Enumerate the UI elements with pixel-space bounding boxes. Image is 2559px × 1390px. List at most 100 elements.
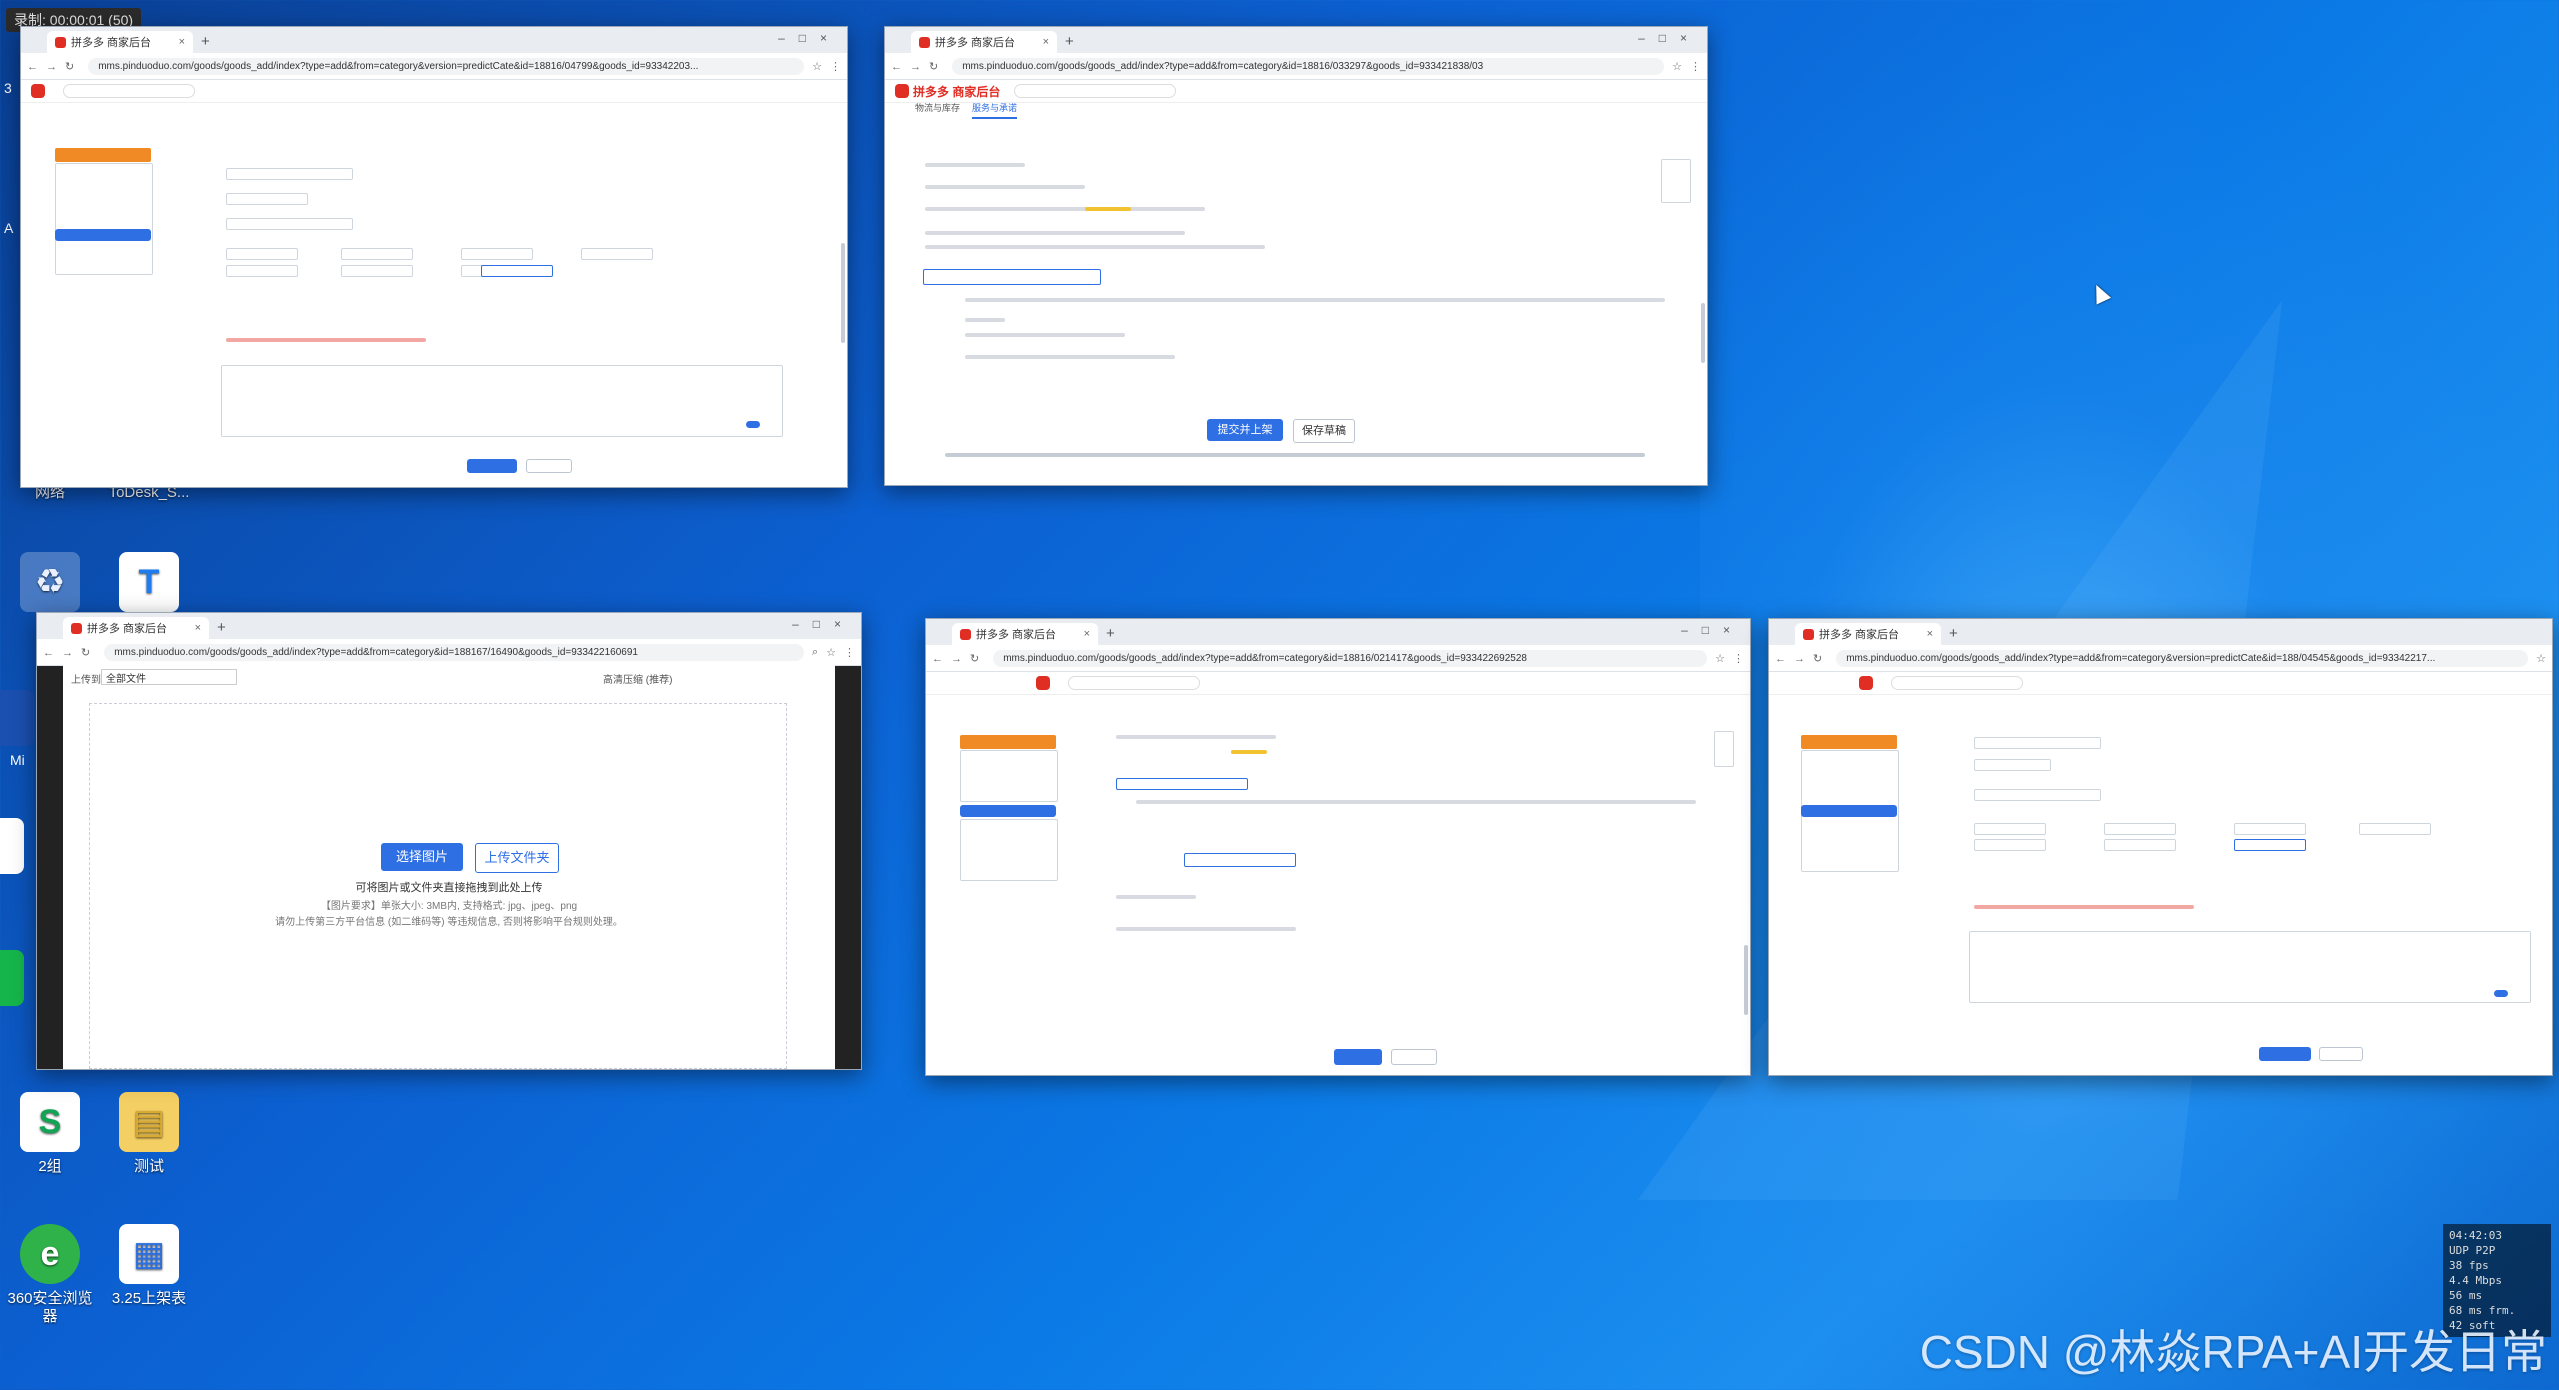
star-icon[interactable]: ☆ xyxy=(812,60,822,73)
browser-tab[interactable]: 拼多多 商家后台 × xyxy=(63,617,209,639)
new-tab-icon[interactable]: + xyxy=(1065,33,1074,50)
field-input[interactable] xyxy=(2104,839,2176,851)
field-input[interactable] xyxy=(226,193,308,205)
field-input[interactable] xyxy=(2359,823,2431,835)
template-select[interactable] xyxy=(923,269,1101,285)
close-icon[interactable]: × xyxy=(1917,628,1933,640)
browser-tab[interactable]: 拼多多 商家后台 × xyxy=(47,31,193,53)
url-field[interactable]: mms.pinduoduo.com/goods/goods_add/index?… xyxy=(88,57,805,75)
search-input[interactable] xyxy=(1068,676,1200,690)
toggle-switch[interactable] xyxy=(746,421,760,428)
field-input[interactable] xyxy=(1184,853,1296,867)
horizontal-scrollbar[interactable] xyxy=(945,453,1645,457)
desktop-icon-todesk-app[interactable]: T xyxy=(94,552,204,618)
url-field[interactable]: mms.pinduoduo.com/goods/goods_add/index?… xyxy=(993,649,1708,667)
url-field[interactable]: mms.pinduoduo.com/goods/goods_add/index?… xyxy=(1836,649,2529,667)
search-input[interactable] xyxy=(1014,84,1177,98)
field-input[interactable] xyxy=(481,265,553,277)
field-input[interactable] xyxy=(226,265,298,277)
window-controls[interactable]: –□× xyxy=(778,31,841,45)
field-input[interactable] xyxy=(1974,737,2101,749)
menu-icon[interactable]: ⋮ xyxy=(830,60,841,73)
side-button[interactable] xyxy=(960,805,1056,817)
nav-icons[interactable]: ←→↻ xyxy=(27,60,82,73)
field-input[interactable] xyxy=(226,168,353,180)
window-controls[interactable]: –□× xyxy=(1681,623,1744,637)
close-icon[interactable]: × xyxy=(185,622,201,634)
field-input[interactable] xyxy=(226,218,353,230)
browser-window-5[interactable]: 拼多多 商家后台 × + ←→↻ mms.pinduoduo.com/goods/… xyxy=(1768,618,2553,1076)
url-field[interactable]: mms.pinduoduo.com/goods/goods_add/index?… xyxy=(952,57,1665,75)
star-icon[interactable]: ☆ xyxy=(2536,652,2546,665)
menu-icon[interactable]: ⋮ xyxy=(844,646,855,659)
browser-window-3[interactable]: 拼多多 商家后台 × + –□× ←→↻ mms.pinduoduo.com/go… xyxy=(36,612,862,1070)
template-select[interactable] xyxy=(1116,778,1248,790)
field-input[interactable] xyxy=(341,248,413,260)
new-tab-icon[interactable]: + xyxy=(1949,625,1958,642)
help-widget[interactable] xyxy=(1714,731,1734,767)
browser-window-2[interactable]: 拼多多 商家后台 × + –□× ←→↻ mms.pinduoduo.com/go… xyxy=(884,26,1708,486)
url-field[interactable]: mms.pinduoduo.com/goods/goods_add/index?… xyxy=(104,643,804,661)
star-icon[interactable]: ☆ xyxy=(1715,652,1725,665)
desktop-icon-325-sheet[interactable]: ▦ 3.25上架表 xyxy=(94,1224,204,1308)
field-input[interactable] xyxy=(581,248,653,260)
field-input[interactable] xyxy=(1974,839,2046,851)
field-input[interactable] xyxy=(341,265,413,277)
search-input[interactable] xyxy=(1891,676,2023,690)
nav-icons[interactable]: ←→↻ xyxy=(891,60,946,73)
field-input[interactable] xyxy=(1974,759,2051,771)
submit-button[interactable]: 提交并上架 xyxy=(1207,419,1283,441)
scrollbar[interactable] xyxy=(841,243,845,343)
upload-folder-button[interactable]: 上传文件夹 xyxy=(475,843,559,873)
desktop-icon-test[interactable]: ▤ 测试 xyxy=(94,1092,204,1176)
toggle-switch[interactable] xyxy=(2494,990,2508,997)
menu-icon[interactable]: ⋮ xyxy=(1733,652,1744,665)
save-draft-button[interactable] xyxy=(526,459,572,473)
star-icon[interactable]: ☆ xyxy=(826,646,836,659)
edge-app-icon[interactable] xyxy=(0,690,34,746)
close-icon[interactable]: × xyxy=(1074,628,1090,640)
field-input[interactable] xyxy=(2234,823,2306,835)
side-button[interactable] xyxy=(1801,805,1897,817)
save-draft-button[interactable] xyxy=(1391,1049,1437,1065)
submit-button[interactable] xyxy=(1334,1049,1382,1065)
field-input[interactable] xyxy=(2234,839,2306,851)
save-draft-button[interactable] xyxy=(2319,1047,2363,1061)
zoom-icon[interactable]: ⌕ xyxy=(812,646,818,659)
choose-image-button[interactable]: 选择图片 xyxy=(381,843,463,871)
new-tab-icon[interactable]: + xyxy=(201,33,210,50)
scrollbar[interactable] xyxy=(1744,945,1748,1015)
field-input[interactable] xyxy=(1974,823,2046,835)
desktop-icon-2zu[interactable]: S 2组 xyxy=(0,1092,100,1176)
window-controls[interactable]: –□× xyxy=(1638,31,1701,45)
nav-icons[interactable]: ←→↻ xyxy=(1775,652,1830,665)
edge-app-icon-green[interactable] xyxy=(0,950,24,1006)
desktop-icon-360-browser[interactable]: e 360安全浏览器 xyxy=(0,1224,100,1326)
side-button[interactable] xyxy=(55,229,151,241)
save-draft-button[interactable]: 保存草稿 xyxy=(1293,419,1355,443)
help-widget[interactable] xyxy=(1661,159,1691,203)
scrollbar[interactable] xyxy=(1701,303,1705,363)
close-icon[interactable]: × xyxy=(169,36,185,48)
submit-button[interactable] xyxy=(467,459,517,473)
browser-window-4[interactable]: 拼多多 商家后台 × + –□× ←→↻ mms.pinduoduo.com/go… xyxy=(925,618,1751,1076)
browser-window-1[interactable]: 拼多多 商家后台 × + –□× ←→↻ mms.pinduoduo.com/go… xyxy=(20,26,848,488)
nav-icons[interactable]: ←→↻ xyxy=(932,652,987,665)
new-tab-icon[interactable]: + xyxy=(1106,625,1115,642)
new-tab-icon[interactable]: + xyxy=(217,619,226,636)
field-input[interactable] xyxy=(461,248,533,260)
desktop-icon-recycle-bin[interactable]: ♻ xyxy=(0,552,100,618)
folder-select[interactable]: 全部文件 xyxy=(101,669,237,685)
search-input[interactable] xyxy=(63,84,195,98)
field-input[interactable] xyxy=(2104,823,2176,835)
close-icon[interactable]: × xyxy=(1033,36,1049,48)
field-input[interactable] xyxy=(226,248,298,260)
browser-tab[interactable]: 拼多多 商家后台 × xyxy=(1795,623,1941,645)
browser-tab[interactable]: 拼多多 商家后台 × xyxy=(911,31,1057,53)
browser-tab[interactable]: 拼多多 商家后台 × xyxy=(952,623,1098,645)
submit-button[interactable] xyxy=(2259,1047,2311,1061)
edge-app-icon-red[interactable] xyxy=(0,818,24,874)
compress-option[interactable]: 高清压缩 (推荐) xyxy=(603,671,672,686)
star-icon[interactable]: ☆ xyxy=(1672,60,1682,73)
field-input[interactable] xyxy=(1974,789,2101,801)
